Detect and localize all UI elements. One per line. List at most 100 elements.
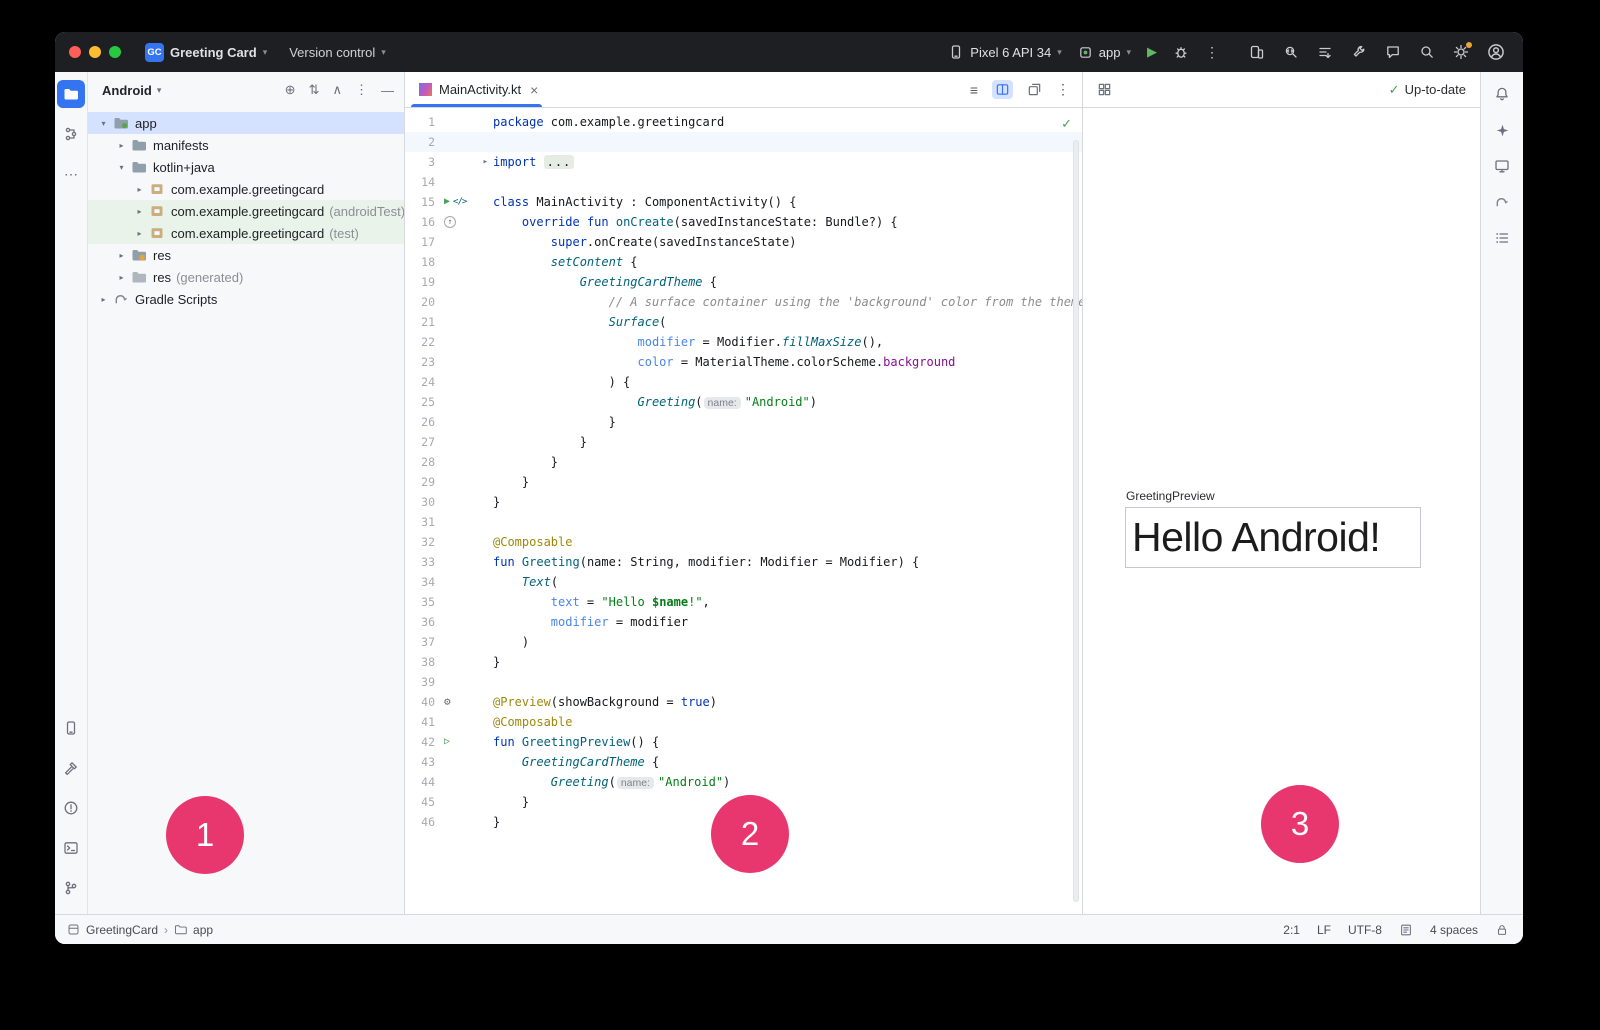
code-line-18[interactable]: 18 setContent { — [405, 252, 1082, 272]
tree-item-gradle-scripts[interactable]: ▸Gradle Scripts — [88, 288, 404, 310]
preview-render-frame[interactable]: Hello Android! — [1125, 507, 1421, 568]
project-view-selector[interactable]: Android — [102, 83, 152, 98]
code-editor[interactable]: 1package com.example.greetingcard23▸impo… — [405, 108, 1082, 914]
code-line-1[interactable]: 1package com.example.greetingcard — [405, 112, 1082, 132]
task-list-icon[interactable] — [1317, 44, 1333, 60]
device-selector[interactable]: Pixel 6 API 34 ▾ — [948, 44, 1061, 60]
close-window-button[interactable] — [69, 46, 81, 58]
code-line-14[interactable]: 14 — [405, 172, 1082, 192]
split-editor-button[interactable] — [992, 80, 1013, 99]
lock-icon[interactable] — [1495, 923, 1509, 937]
debug-button[interactable] — [1173, 44, 1189, 60]
tab-mainactivity[interactable]: MainActivity.kt × — [405, 72, 548, 107]
version-control-tool-button[interactable] — [57, 874, 85, 902]
preview-composable-name[interactable]: GreetingPreview — [1126, 489, 1215, 503]
code-line-23[interactable]: 23 color = MaterialTheme.colorScheme.bac… — [405, 352, 1082, 372]
structure-tool-button[interactable] — [57, 120, 85, 148]
chevron-right-icon[interactable]: ▸ — [96, 295, 111, 304]
code-line-44[interactable]: 44 Greeting(name:"Android") — [405, 772, 1082, 792]
code-line-39[interactable]: 39 — [405, 672, 1082, 692]
editor-scrollbar[interactable] — [1073, 140, 1079, 902]
code-line-22[interactable]: 22 modifier = Modifier.fillMaxSize(), — [405, 332, 1082, 352]
code-line-34[interactable]: 34 Text( — [405, 572, 1082, 592]
code-search-icon[interactable] — [1283, 44, 1299, 60]
code-line-24[interactable]: 24 ) { — [405, 372, 1082, 392]
code-line-38[interactable]: 38} — [405, 652, 1082, 672]
breadcrumb-project[interactable]: GreetingCard — [86, 923, 158, 937]
override-icon[interactable]: ↑ — [444, 216, 456, 228]
notifications-tool-button[interactable] — [1488, 80, 1516, 108]
line-ending-widget[interactable]: LF — [1317, 923, 1331, 937]
code-line-41[interactable]: 41@Composable — [405, 712, 1082, 732]
tab-options-button[interactable]: ⋮ — [1056, 81, 1070, 98]
preview-settings-icon[interactable]: ⚙ — [444, 692, 451, 712]
tree-item-kotlin-java[interactable]: ▾kotlin+java — [88, 156, 404, 178]
user-avatar[interactable] — [1487, 43, 1505, 61]
chevron-right-icon[interactable]: ▸ — [114, 251, 129, 260]
grid-view-icon[interactable] — [1097, 82, 1112, 97]
code-line-17[interactable]: 17 super.onCreate(savedInstanceState) — [405, 232, 1082, 252]
panel-options-button[interactable]: ⋮ — [355, 82, 368, 98]
code-line-33[interactable]: 33fun Greeting(name: String, modifier: M… — [405, 552, 1082, 572]
tree-item-com-example-greetingcard[interactable]: ▸com.example.greetingcard(androidTest) — [88, 200, 404, 222]
open-in-window-icon[interactable] — [1027, 82, 1042, 97]
tree-item-com-example-greetingcard[interactable]: ▸com.example.greetingcard(test) — [88, 222, 404, 244]
terminal-tool-button[interactable] — [57, 834, 85, 862]
chevron-right-icon[interactable]: ▸ — [114, 141, 129, 150]
ai-chat-icon[interactable] — [1385, 44, 1401, 60]
run-preview-icon[interactable]: ▷ — [444, 732, 450, 752]
chevron-right-icon[interactable]: ▸ — [132, 185, 147, 194]
code-line-16[interactable]: 16↑ override fun onCreate(savedInstanceS… — [405, 212, 1082, 232]
device-mirror-icon[interactable] — [1249, 44, 1265, 60]
code-line-30[interactable]: 30} — [405, 492, 1082, 512]
chevron-right-icon[interactable]: ▸ — [132, 207, 147, 216]
fold-icon[interactable]: ▸ — [483, 152, 493, 172]
code-line-43[interactable]: 43 GreetingCardTheme { — [405, 752, 1082, 772]
code-line-25[interactable]: 25 Greeting(name:"Android") — [405, 392, 1082, 412]
vcs-widget[interactable]: Version control ▾ — [289, 45, 386, 60]
code-line-26[interactable]: 26 } — [405, 412, 1082, 432]
more-tool-windows-button[interactable]: ⋯ — [57, 160, 85, 188]
collapse-all-button[interactable]: ∧ — [332, 82, 342, 98]
gradle-tool-button[interactable] — [1488, 188, 1516, 216]
tree-item-app[interactable]: ▾app — [88, 112, 404, 134]
tools-icon[interactable] — [1351, 44, 1367, 60]
code-line-32[interactable]: 32@Composable — [405, 532, 1082, 552]
chevron-down-icon[interactable]: ▾ — [157, 86, 162, 95]
more-actions-button[interactable]: ⋮ — [1205, 44, 1219, 61]
problems-tool-button[interactable] — [57, 794, 85, 822]
project-tool-button[interactable] — [57, 80, 85, 108]
code-line-28[interactable]: 28 } — [405, 452, 1082, 472]
chevron-down-icon[interactable]: ▾ — [96, 119, 111, 128]
run-button[interactable]: ▶ — [1147, 44, 1157, 60]
code-line-36[interactable]: 36 modifier = modifier — [405, 612, 1082, 632]
breadcrumb-module[interactable]: app — [193, 923, 213, 937]
select-opened-file-button[interactable]: ⊕ — [285, 82, 296, 98]
code-line-31[interactable]: 31 — [405, 512, 1082, 532]
code-line-37[interactable]: 37 ) — [405, 632, 1082, 652]
code-line-29[interactable]: 29 } — [405, 472, 1082, 492]
preview-build-status[interactable]: ✓ Up-to-date — [1389, 82, 1466, 98]
hide-panel-button[interactable]: — — [381, 83, 394, 98]
code-line-2[interactable]: 2 — [405, 132, 1082, 152]
tree-item-com-example-greetingcard[interactable]: ▸com.example.greetingcard — [88, 178, 404, 200]
gemini-tool-button[interactable] — [1488, 116, 1516, 144]
project-widget[interactable]: GC Greeting Card ▾ — [145, 43, 267, 62]
encoding-widget[interactable]: UTF-8 — [1348, 923, 1382, 937]
tree-item-res[interactable]: ▸res — [88, 244, 404, 266]
code-line-35[interactable]: 35 text = "Hello $name!", — [405, 592, 1082, 612]
editor-menu-icon[interactable]: ≡ — [970, 82, 978, 98]
indent-widget[interactable]: 4 spaces — [1430, 923, 1478, 937]
code-line-40[interactable]: 40⚙@Preview(showBackground = true) — [405, 692, 1082, 712]
run-configuration-selector[interactable]: app ▾ — [1078, 45, 1131, 60]
related-symbol-icon[interactable]: </> — [453, 192, 466, 212]
fullscreen-window-button[interactable] — [109, 46, 121, 58]
code-line-27[interactable]: 27 } — [405, 432, 1082, 452]
chevron-right-icon[interactable]: ▸ — [132, 229, 147, 238]
chevron-down-icon[interactable]: ▾ — [114, 163, 129, 172]
code-line-15[interactable]: 15▶</>class MainActivity : ComponentActi… — [405, 192, 1082, 212]
caret-position-widget[interactable]: 2:1 — [1283, 923, 1300, 937]
code-line-3[interactable]: 3▸import ... — [405, 152, 1082, 172]
tree-item-manifests[interactable]: ▸manifests — [88, 134, 404, 156]
build-tool-button[interactable] — [57, 754, 85, 782]
